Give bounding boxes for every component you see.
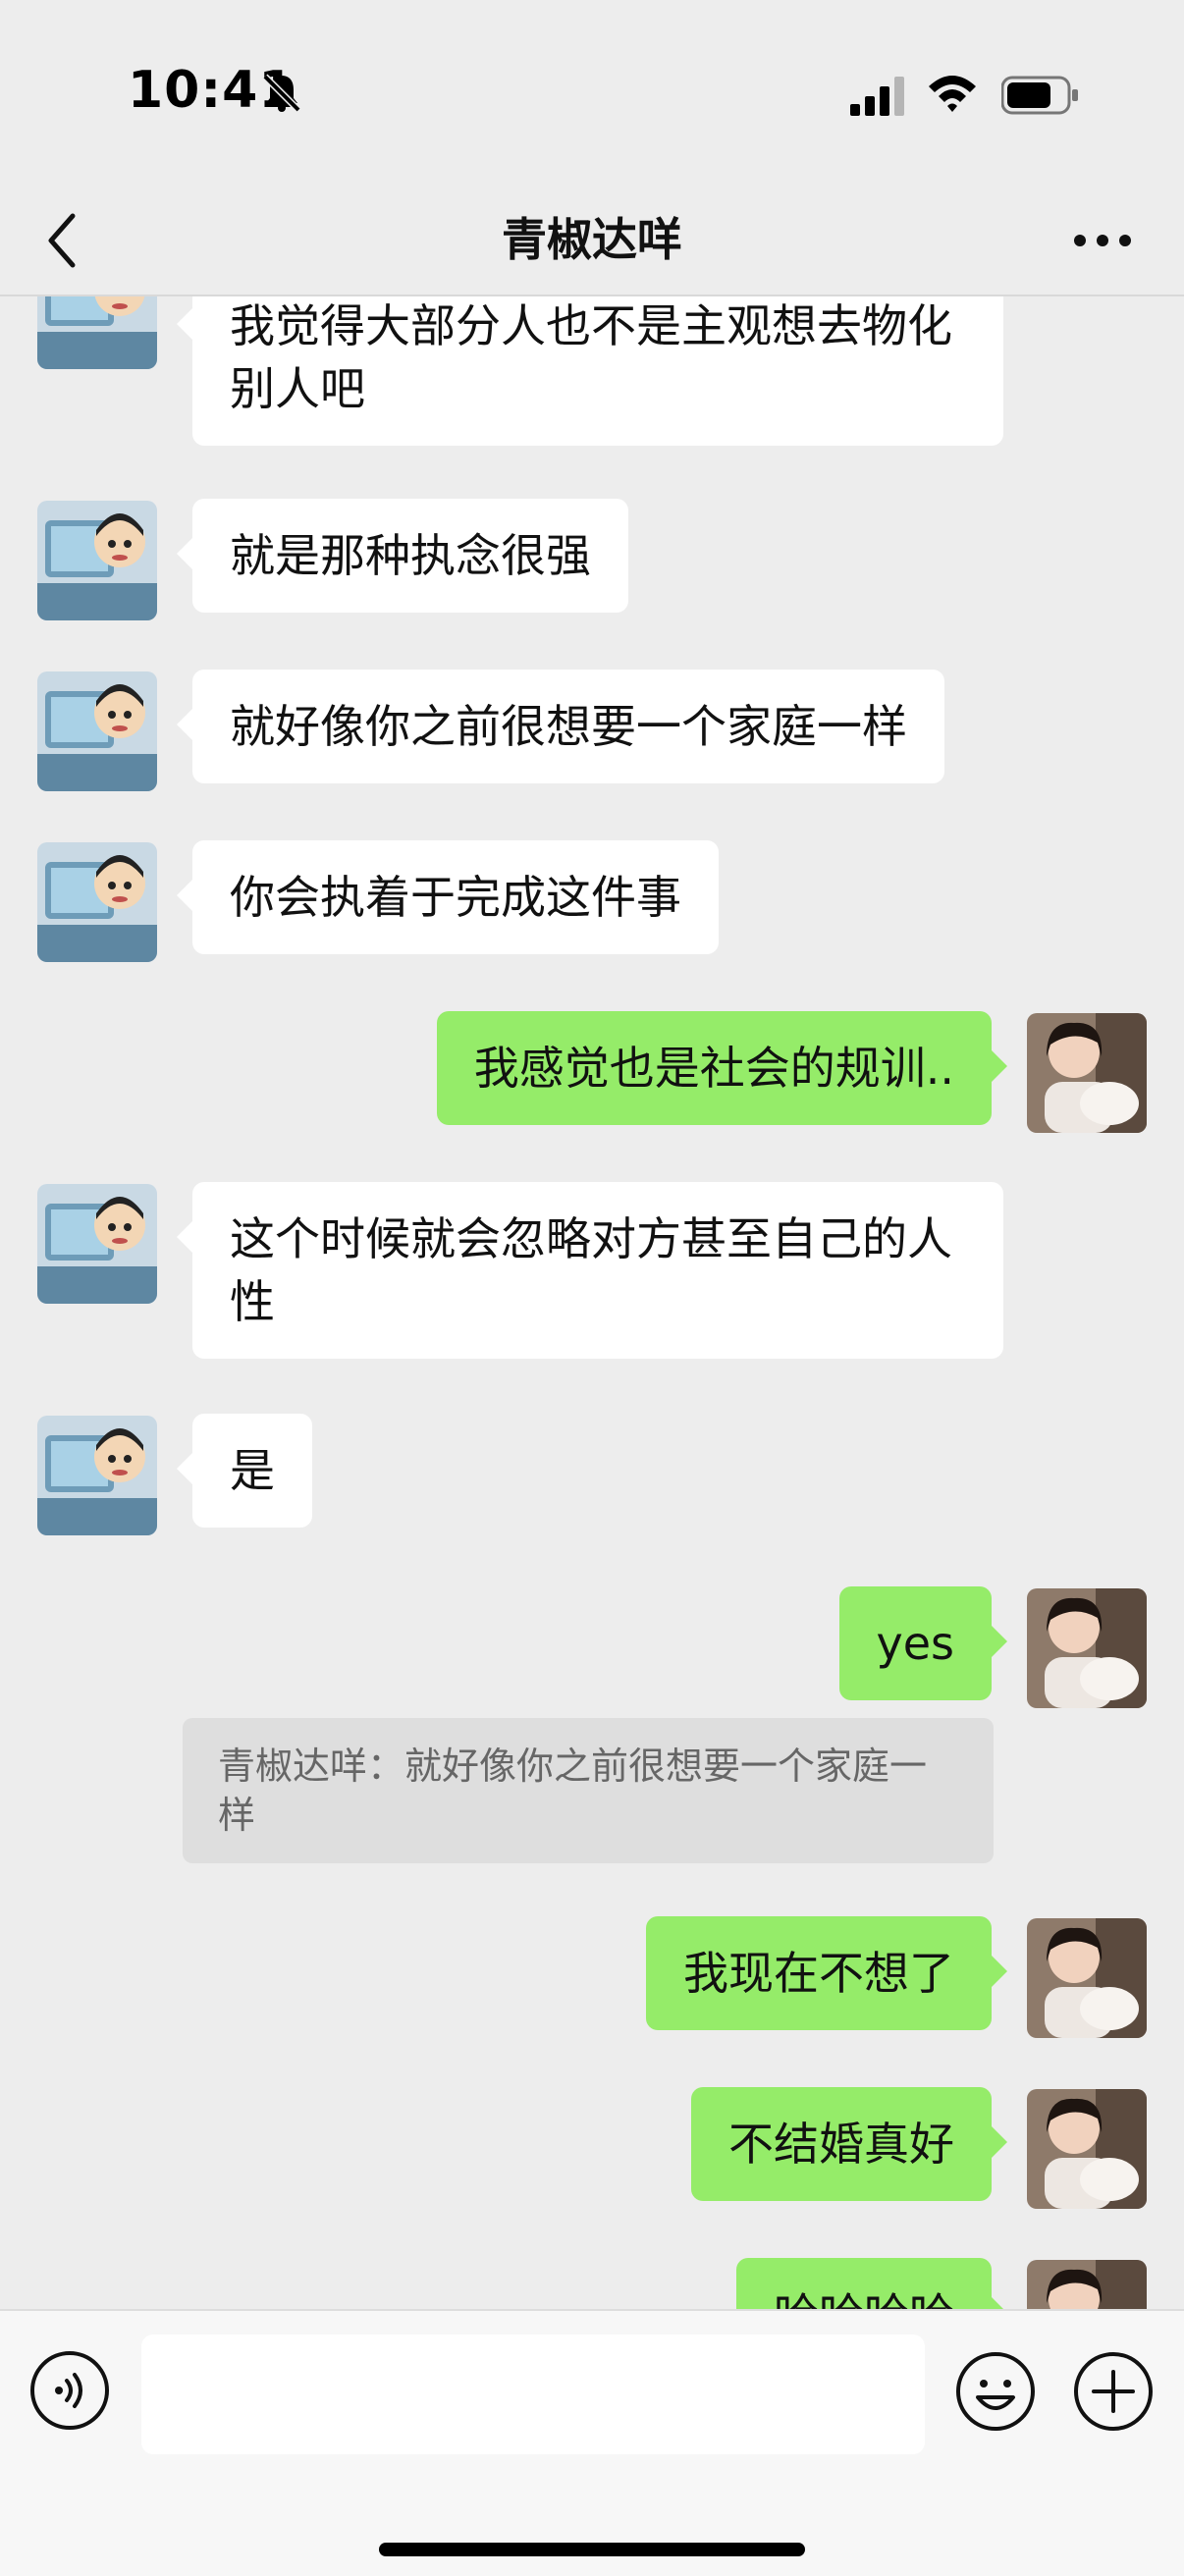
my-avatar[interactable] [1027,1918,1147,2038]
message-bubble-outgoing[interactable]: yes [838,1586,1007,1700]
message-bubble-outgoing[interactable]: 哈哈哈哈 [736,2258,1007,2309]
message-bubble-incoming[interactable]: 你会执着于完成这件事 [177,840,719,954]
wifi-icon [929,76,976,112]
my-avatar[interactable] [1027,1588,1147,1708]
contact-avatar[interactable] [37,501,157,620]
battery-icon [1001,76,1078,115]
message-list[interactable]: 我觉得大部分人也不是主观想去物化别人吧 就是那种执念很强 就好像你之前很想要一个… [0,296,1184,2309]
my-avatar[interactable] [1027,1013,1147,1133]
message-input[interactable] [141,2334,925,2454]
status-bar: 10:41 [0,0,1184,187]
home-indicator[interactable] [379,2543,805,2556]
contact-avatar[interactable] [37,671,157,791]
contact-avatar[interactable] [37,1184,157,1304]
quoted-reply[interactable]: 青椒达咩：就好像你之前很想要一个家庭一样 [183,1718,994,1863]
message-bubble-incoming[interactable]: 就是那种执念很强 [177,499,628,613]
emoji-icon[interactable] [954,2350,1037,2433]
chat-title: 青椒达咩 [502,213,682,266]
bell-muted-icon [262,74,301,113]
my-avatar[interactable] [1027,2260,1147,2309]
message-bubble-incoming[interactable]: 这个时候就会忽略对方甚至自己的人性 [177,1182,1003,1359]
plus-icon[interactable] [1072,2350,1155,2433]
message-bubble-incoming[interactable]: 就好像你之前很想要一个家庭一样 [177,670,944,783]
my-avatar[interactable] [1027,2089,1147,2209]
more-dots-icon[interactable] [1072,226,1133,255]
message-bubble-outgoing[interactable]: 不结婚真好 [691,2087,1007,2201]
nav-bar: 青椒达咩 [0,187,1184,296]
contact-avatar[interactable] [37,1416,157,1535]
contact-avatar[interactable] [37,296,157,369]
message-bubble-incoming[interactable]: 是 [177,1414,312,1528]
input-bar [0,2309,1184,2576]
message-bubble-outgoing[interactable]: 我感觉也是社会的规训.. [436,1011,1008,1125]
contact-avatar[interactable] [37,842,157,962]
message-bubble-outgoing[interactable]: 我现在不想了 [646,1916,1007,2030]
voice-icon[interactable] [29,2350,110,2431]
message-bubble-incoming[interactable]: 我觉得大部分人也不是主观想去物化别人吧 [177,296,1003,446]
signal-icon [850,77,904,116]
